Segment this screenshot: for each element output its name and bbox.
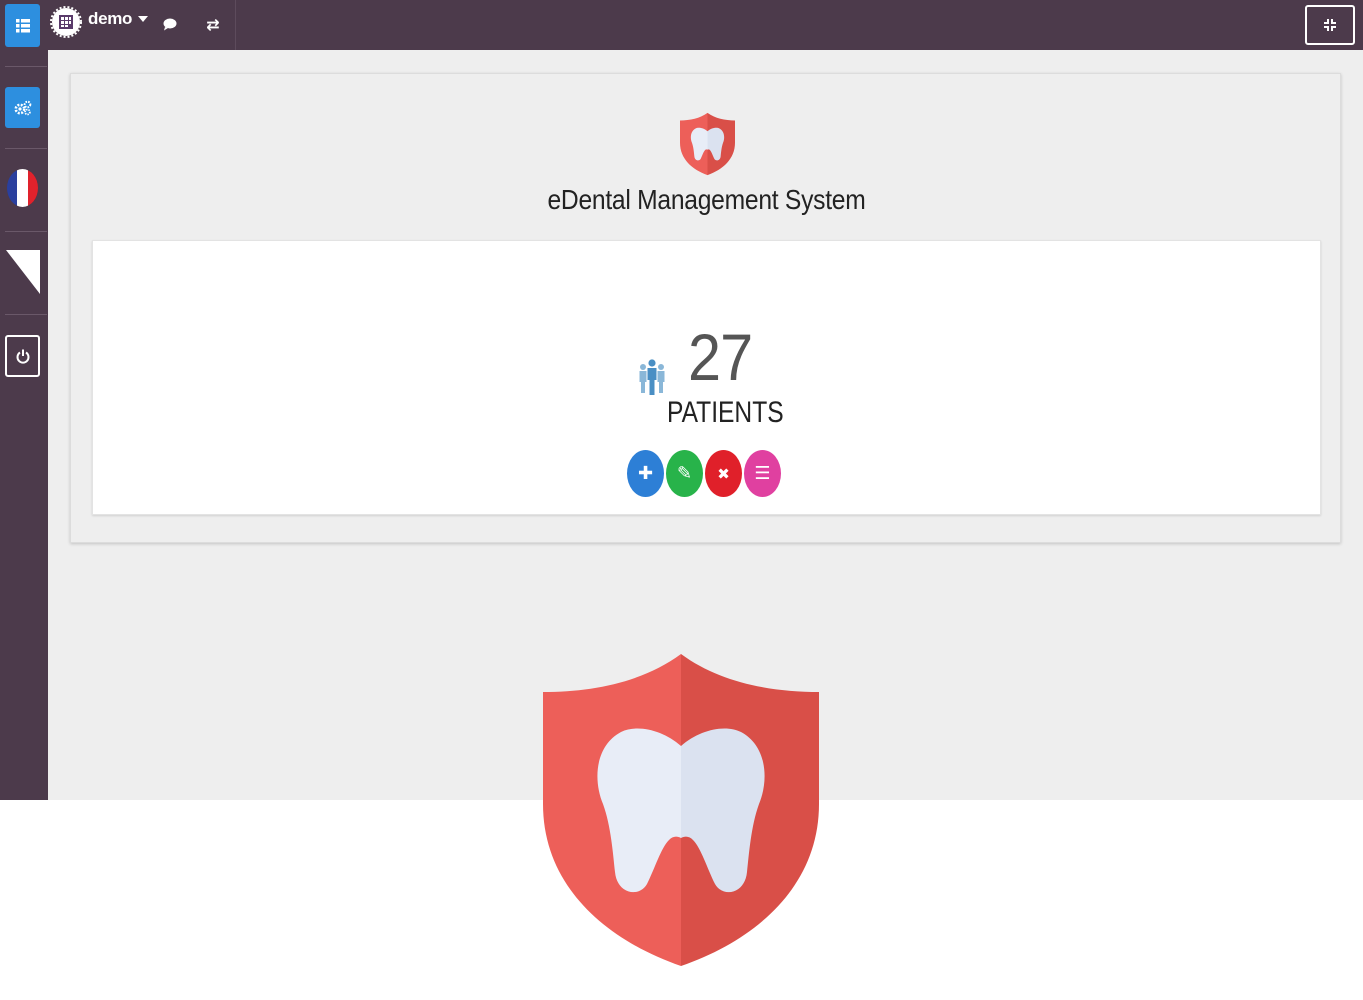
dental-shield-logo-icon bbox=[680, 112, 735, 176]
patients-count: 27 bbox=[688, 320, 753, 394]
corner-triangle-icon[interactable] bbox=[6, 250, 40, 294]
sidebar-divider bbox=[5, 314, 47, 315]
exit-fullscreen-button[interactable] bbox=[1305, 5, 1355, 45]
app-name-label[interactable]: demo bbox=[88, 9, 132, 29]
dental-shield-large-icon bbox=[543, 654, 819, 966]
delete-patient-button[interactable]: ✖ bbox=[705, 450, 742, 497]
sidebar-divider bbox=[5, 148, 47, 149]
chevron-down-icon[interactable] bbox=[138, 16, 148, 22]
power-icon bbox=[16, 349, 29, 364]
settings-button[interactable] bbox=[5, 87, 40, 128]
patients-label: PATIENTS bbox=[667, 396, 784, 429]
page-title: eDental Management System bbox=[547, 184, 866, 215]
logout-button[interactable] bbox=[5, 335, 40, 377]
france-flag-icon[interactable] bbox=[7, 169, 38, 207]
company-logo-icon[interactable] bbox=[50, 3, 82, 41]
patients-stat-card: 27 PATIENTS ✚ ✎ ✖ ☰ bbox=[92, 240, 1321, 515]
left-sidebar bbox=[0, 50, 48, 800]
compress-icon bbox=[1324, 19, 1336, 31]
top-navbar: demo ⇄ bbox=[0, 0, 1363, 50]
topbar-divider bbox=[235, 0, 236, 50]
menu-toggle-button[interactable] bbox=[5, 4, 40, 47]
patients-actions: ✚ ✎ ✖ ☰ bbox=[627, 450, 781, 498]
edit-icon: ✎ bbox=[676, 463, 693, 484]
dashboard-panel: eDental Management System 27 PATIENTS ✚ … bbox=[70, 73, 1341, 543]
switch-company-button[interactable]: ⇄ bbox=[201, 13, 225, 35]
delete-icon: ✖ bbox=[717, 464, 730, 483]
edit-patient-button[interactable]: ✎ bbox=[666, 450, 703, 497]
settings-cogs-icon bbox=[14, 100, 31, 115]
chat-bubble-icon bbox=[163, 18, 177, 30]
patients-group-icon bbox=[639, 359, 665, 395]
plus-icon: ✚ bbox=[637, 463, 654, 484]
add-patient-button[interactable]: ✚ bbox=[627, 450, 664, 497]
list-patients-button[interactable]: ☰ bbox=[744, 450, 781, 497]
grid-menu-icon bbox=[15, 18, 30, 32]
sidebar-divider bbox=[5, 66, 47, 67]
sidebar-divider bbox=[5, 231, 47, 232]
list-icon: ☰ bbox=[754, 463, 771, 484]
swap-arrows-icon: ⇄ bbox=[206, 14, 220, 34]
chat-button[interactable] bbox=[160, 14, 180, 34]
